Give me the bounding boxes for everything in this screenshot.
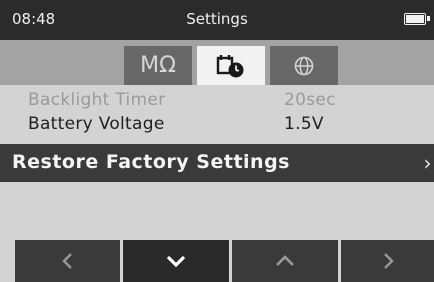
- settings-timer-icon: [216, 54, 244, 77]
- nav-right-button[interactable]: [341, 240, 434, 282]
- nav-left-button[interactable]: [15, 240, 120, 282]
- nav-down-button[interactable]: [123, 240, 229, 282]
- tab-strip: MΩ: [0, 40, 434, 85]
- megohm-label: MΩ: [140, 53, 176, 78]
- setting-row-battery-voltage[interactable]: Battery Voltage 1.5V: [28, 114, 434, 134]
- bottom-nav: [0, 240, 434, 282]
- device-screen: 08:48 Settings MΩ Backlight Timer 20sec …: [0, 0, 434, 282]
- chevron-right-icon: ›: [423, 151, 432, 175]
- tab-megohm[interactable]: MΩ: [124, 46, 192, 85]
- tab-settings[interactable]: [197, 46, 265, 85]
- up-arrow-icon: [276, 255, 294, 266]
- battery-voltage-value: 1.5V: [284, 114, 324, 134]
- globe-icon: [294, 56, 314, 75]
- tab-language[interactable]: [270, 46, 338, 85]
- backlight-timer-value: 20sec: [284, 90, 336, 110]
- backlight-timer-label: Backlight Timer: [28, 90, 166, 110]
- status-bar: 08:48 Settings: [0, 0, 434, 40]
- nav-up-button[interactable]: [232, 240, 338, 282]
- right-arrow-icon: [383, 253, 394, 269]
- setting-row-backlight-timer[interactable]: Backlight Timer 20sec: [28, 90, 434, 110]
- battery-voltage-label: Battery Voltage: [28, 114, 165, 134]
- restore-factory-label: Restore Factory Settings: [12, 151, 290, 173]
- down-arrow-icon: [166, 255, 186, 268]
- restore-factory-settings-row[interactable]: Restore Factory Settings ›: [0, 144, 434, 182]
- page-title: Settings: [186, 10, 248, 28]
- battery-icon: [404, 13, 430, 25]
- left-arrow-icon: [61, 253, 72, 269]
